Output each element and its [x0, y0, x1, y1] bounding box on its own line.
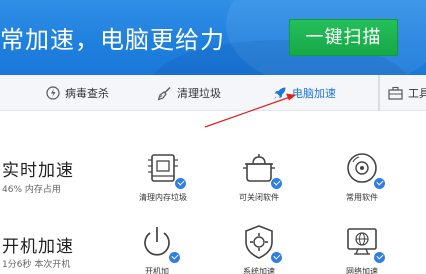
disc-icon [342, 148, 386, 190]
nav-item-label: 清理垃圾 [177, 87, 221, 100]
one-click-scan-button[interactable]: 一键扫描 [289, 19, 398, 56]
nav-item-tools[interactable]: 工具 [378, 75, 426, 111]
tile-system-speedup[interactable]: 系统加速 [219, 222, 299, 274]
nav-item-label: 电脑加速 [292, 87, 336, 100]
tile-label: 系统加速 [243, 267, 275, 274]
check-badge-icon [270, 177, 283, 190]
power-icon [137, 222, 181, 264]
tile-label: 开机加 [145, 267, 169, 274]
nav-item-virus-scan[interactable]: 病毒查杀 [46, 75, 109, 111]
broom-icon [157, 86, 171, 100]
check-badge-icon [373, 251, 386, 264]
check-badge-icon [373, 177, 386, 190]
nav-divider [378, 75, 380, 111]
check-badge-icon [174, 177, 187, 190]
rocket-icon [273, 87, 286, 99]
pot-icon [239, 148, 283, 190]
startup-speedup-title: 开机加速 [2, 237, 74, 257]
tile-label: 可关闭软件 [239, 193, 279, 202]
tile-label: 常用软件 [346, 193, 378, 202]
gear-shield-icon [239, 222, 283, 264]
tile-closable-software[interactable]: 可关闭软件 [219, 148, 299, 203]
tile-common-software[interactable]: 常用软件 [322, 148, 402, 203]
app-header: 常加速，电脑更给力 一键扫描 [0, 0, 426, 75]
toolbox-icon [388, 86, 403, 100]
virus-scan-icon [46, 86, 60, 100]
nav-item-pc-speedup[interactable]: 电脑加速 [272, 75, 336, 111]
nav-item-label: 病毒查杀 [65, 87, 109, 100]
tile-label: 网络加速 [346, 267, 378, 274]
check-badge-icon [270, 251, 283, 264]
memory-chip-icon [143, 148, 187, 190]
memory-usage-text: 46% 内存占用 [2, 185, 61, 195]
nav-item-clean-junk[interactable]: 清理垃圾 [157, 75, 221, 111]
tile-network-speedup[interactable]: 网络加速 [322, 222, 402, 274]
realtime-speedup-title: 实时加速 [2, 161, 74, 181]
tile-label: 清理内存垃圾 [139, 193, 187, 202]
header-slogan: 常加速，电脑更给力 [0, 26, 225, 54]
main-nav: 病毒查杀 清理垃圾 电脑加速 工具 [0, 75, 426, 111]
boot-time-text: 1分6秒 本次开机 [2, 260, 71, 270]
tile-clean-memory[interactable]: 清理内存垃圾 [123, 148, 203, 203]
network-monitor-icon [342, 222, 386, 264]
tile-startup-speedup[interactable]: 开机加 [117, 222, 197, 274]
check-badge-icon [168, 251, 181, 264]
nav-item-label: 工具 [408, 87, 426, 100]
